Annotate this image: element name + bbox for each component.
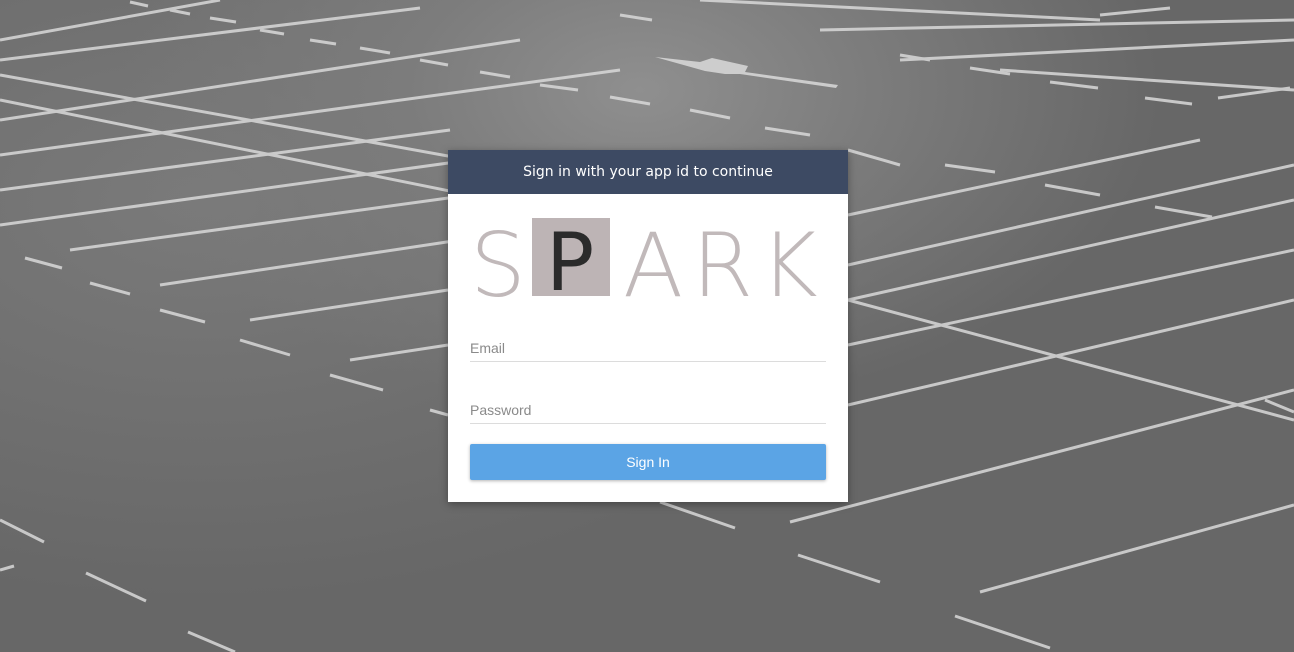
logo-letter-a: A <box>623 216 683 300</box>
logo-letter-r: R <box>692 216 753 300</box>
logo-letter-p: P <box>546 216 594 300</box>
password-field[interactable] <box>470 392 826 424</box>
card-header: Sign in with your app id to continue <box>448 150 848 194</box>
email-field[interactable] <box>470 330 826 362</box>
spark-logo: S P A R K <box>470 216 818 300</box>
sign-in-button[interactable]: Sign In <box>470 444 826 480</box>
logo-letter-s: S <box>470 216 526 300</box>
logo-letter-k: K <box>760 216 818 300</box>
header-title: Sign in with your app id to continue <box>523 164 773 180</box>
sign-in-card: Sign in with your app id to continue S P… <box>448 150 848 502</box>
